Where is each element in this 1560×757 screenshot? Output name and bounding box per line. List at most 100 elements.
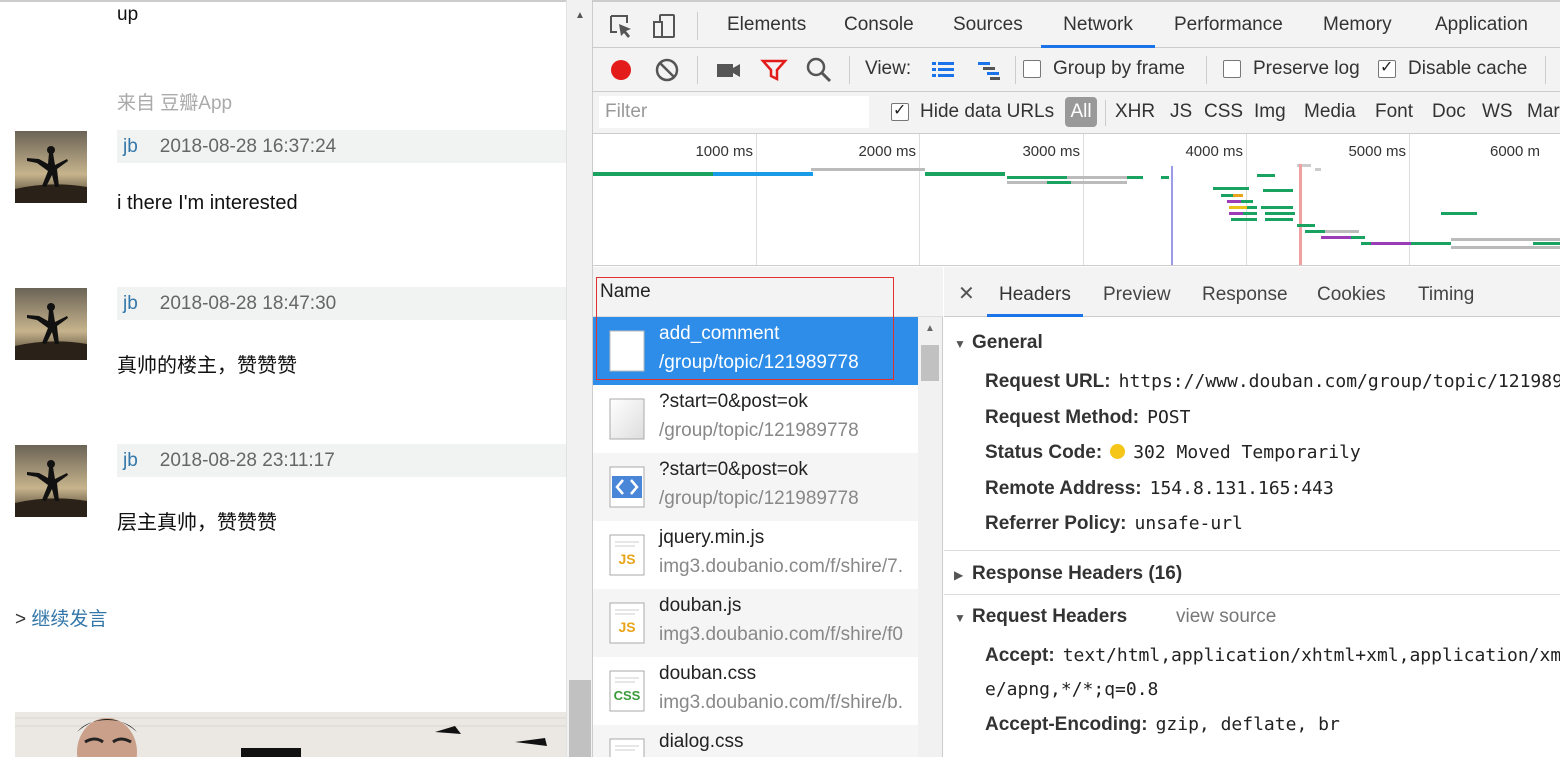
section-response-headers-title: Response Headers (16) — [972, 563, 1183, 584]
header-key: Accept: — [985, 645, 1055, 666]
comment-meta: jb 2018-08-28 23:11:17 — [117, 444, 566, 477]
filter-type-media[interactable]: Media — [1304, 101, 1356, 123]
css-icon: CSS — [607, 668, 647, 714]
header-value: 154.8.131.165:443 — [1149, 478, 1334, 499]
header-remote-address: Remote Address: 154.8.131.165:443 — [985, 478, 1334, 500]
filter-input[interactable]: Filter — [599, 96, 869, 128]
tab-response[interactable]: Response — [1190, 267, 1300, 317]
filter-type-all[interactable]: All — [1065, 97, 1097, 127]
tab-console[interactable]: Console — [832, 2, 926, 48]
clear-icon[interactable] — [653, 56, 681, 84]
requests-scroll-thumb[interactable] — [921, 345, 939, 381]
css-icon: CSS — [607, 736, 647, 757]
requests-scrollbar[interactable]: ▲ — [918, 317, 942, 757]
filter-type-ws[interactable]: WS — [1482, 101, 1513, 123]
timeline-waterfall-bars — [593, 164, 1560, 265]
tab-cookies[interactable]: Cookies — [1305, 267, 1398, 317]
request-row[interactable]: CSS douban.css img3.doubanio.com/f/shire… — [593, 657, 918, 725]
document-icon — [607, 396, 647, 442]
hide-data-urls-label: Hide data URLs — [920, 101, 1055, 122]
disable-cache-checkbox[interactable] — [1378, 57, 1396, 78]
tab-memory[interactable]: Memory — [1311, 2, 1404, 48]
header-value: gzip, deflate, br — [1155, 714, 1340, 735]
view-label: View: — [865, 58, 912, 79]
search-icon[interactable] — [805, 56, 833, 84]
screenshot-camera-icon[interactable] — [714, 56, 742, 84]
preserve-log-checkbox[interactable] — [1223, 60, 1241, 78]
banner-image — [15, 712, 566, 757]
section-request-headers-toggle[interactable]: ▼ Request Headers — [954, 606, 1127, 628]
toolbar-divider — [1545, 56, 1546, 84]
comment-user-link[interactable]: jb — [123, 293, 138, 314]
header-key: Status Code: — [985, 442, 1103, 463]
tab-elements[interactable]: Elements — [715, 2, 818, 48]
comment-meta: jb 2018-08-28 18:47:30 — [117, 287, 566, 320]
filter-icon[interactable] — [760, 56, 788, 84]
header-key: Remote Address: — [985, 478, 1142, 499]
source-label: 来自 豆瓣App — [117, 93, 233, 114]
inspect-element-icon[interactable] — [607, 12, 635, 40]
section-response-headers-toggle[interactable]: ▶ Response Headers (16) — [954, 563, 1182, 585]
network-overview-timeline[interactable]: 1000 ms 2000 ms 3000 ms 4000 ms 5000 ms … — [593, 134, 1560, 266]
waterfall-overview-icon[interactable] — [975, 56, 1003, 84]
request-name: dialog.css — [659, 731, 744, 752]
tab-application[interactable]: Application — [1423, 2, 1540, 48]
scroll-up-icon[interactable]: ▲ — [925, 323, 935, 334]
request-path: img3.doubanio.com/f/shire/f0 — [659, 624, 903, 645]
close-icon[interactable]: ✕ — [958, 281, 975, 306]
filter-type-xhr[interactable]: XHR — [1115, 101, 1155, 123]
toolbar-divider — [849, 56, 850, 84]
group-by-frame-checkbox[interactable] — [1023, 60, 1041, 78]
filter-type-manifest[interactable]: Mar — [1527, 101, 1560, 123]
request-path: /group/topic/121989778 — [659, 488, 859, 509]
filter-type-font[interactable]: Font — [1375, 101, 1413, 123]
filter-bar: Filter Hide data URLs All XHR JS CSS Img… — [593, 92, 1560, 134]
scroll-up-icon[interactable]: ▲ — [575, 10, 585, 21]
header-key: Accept-Encoding: — [985, 714, 1148, 735]
triangle-down-icon: ▼ — [954, 337, 966, 351]
request-row[interactable]: CSS dialog.css — [593, 725, 918, 757]
disable-cache-label: Disable cache — [1408, 58, 1528, 79]
device-toolbar-icon[interactable] — [651, 12, 679, 40]
large-rows-icon[interactable] — [929, 56, 957, 84]
filter-type-js[interactable]: JS — [1170, 101, 1192, 123]
hide-data-urls-checkbox[interactable] — [891, 100, 909, 121]
request-row[interactable]: JS jquery.min.js img3.doubanio.com/f/shi… — [593, 521, 918, 589]
page-scrollbar[interactable]: ▲ — [566, 0, 592, 757]
request-name: jquery.min.js — [659, 527, 765, 548]
request-row[interactable]: ?start=0&post=ok /group/topic/121989778 — [593, 385, 918, 453]
details-tabbar: ✕ Headers Preview Response Cookies Timin… — [944, 267, 1560, 317]
status-dot-icon — [1110, 444, 1126, 459]
continue-reply-link[interactable]: 继续发言 — [31, 609, 107, 630]
avatar[interactable] — [15, 445, 87, 517]
filter-type-css[interactable]: CSS — [1204, 101, 1243, 123]
section-general-toggle[interactable]: ▼ General — [954, 332, 1043, 354]
header-value: https://www.douban.com/group/topic/12198… — [1118, 371, 1560, 392]
comment-user-link[interactable]: jb — [123, 450, 138, 471]
avatar[interactable] — [15, 288, 87, 360]
toolbar-divider — [1105, 100, 1106, 126]
tab-performance[interactable]: Performance — [1162, 2, 1295, 48]
comment-user-link[interactable]: jb — [123, 136, 138, 157]
toolbar-divider — [697, 12, 698, 40]
view-source-link[interactable]: view source — [1176, 606, 1276, 628]
comment-text: 真帅的楼主，赞赞赞 — [117, 355, 297, 377]
filter-type-doc[interactable]: Doc — [1432, 101, 1466, 123]
request-row[interactable]: JS douban.js img3.doubanio.com/f/shire/f… — [593, 589, 918, 657]
filter-type-img[interactable]: Img — [1254, 101, 1286, 123]
html-icon — [607, 464, 647, 510]
tab-sources[interactable]: Sources — [941, 2, 1035, 48]
tab-preview[interactable]: Preview — [1091, 267, 1183, 317]
web-page: up 来自 豆瓣App jb 2018-08-28 16:37:24 i ther… — [0, 0, 566, 757]
record-icon[interactable] — [607, 56, 635, 84]
avatar[interactable] — [15, 131, 87, 203]
comment-time: 2018-08-28 23:11:17 — [159, 450, 335, 471]
request-name: douban.css — [659, 663, 757, 684]
request-row[interactable]: ?start=0&post=ok /group/topic/121989778 — [593, 453, 918, 521]
section-general-title: General — [972, 332, 1043, 353]
tab-network[interactable]: Network — [1041, 2, 1155, 48]
tab-timing[interactable]: Timing — [1406, 267, 1486, 317]
tab-headers[interactable]: Headers — [987, 267, 1083, 317]
header-accept-continued: e/apng,*/*;q=0.8 — [985, 679, 1158, 701]
page-scroll-thumb[interactable] — [569, 680, 591, 757]
